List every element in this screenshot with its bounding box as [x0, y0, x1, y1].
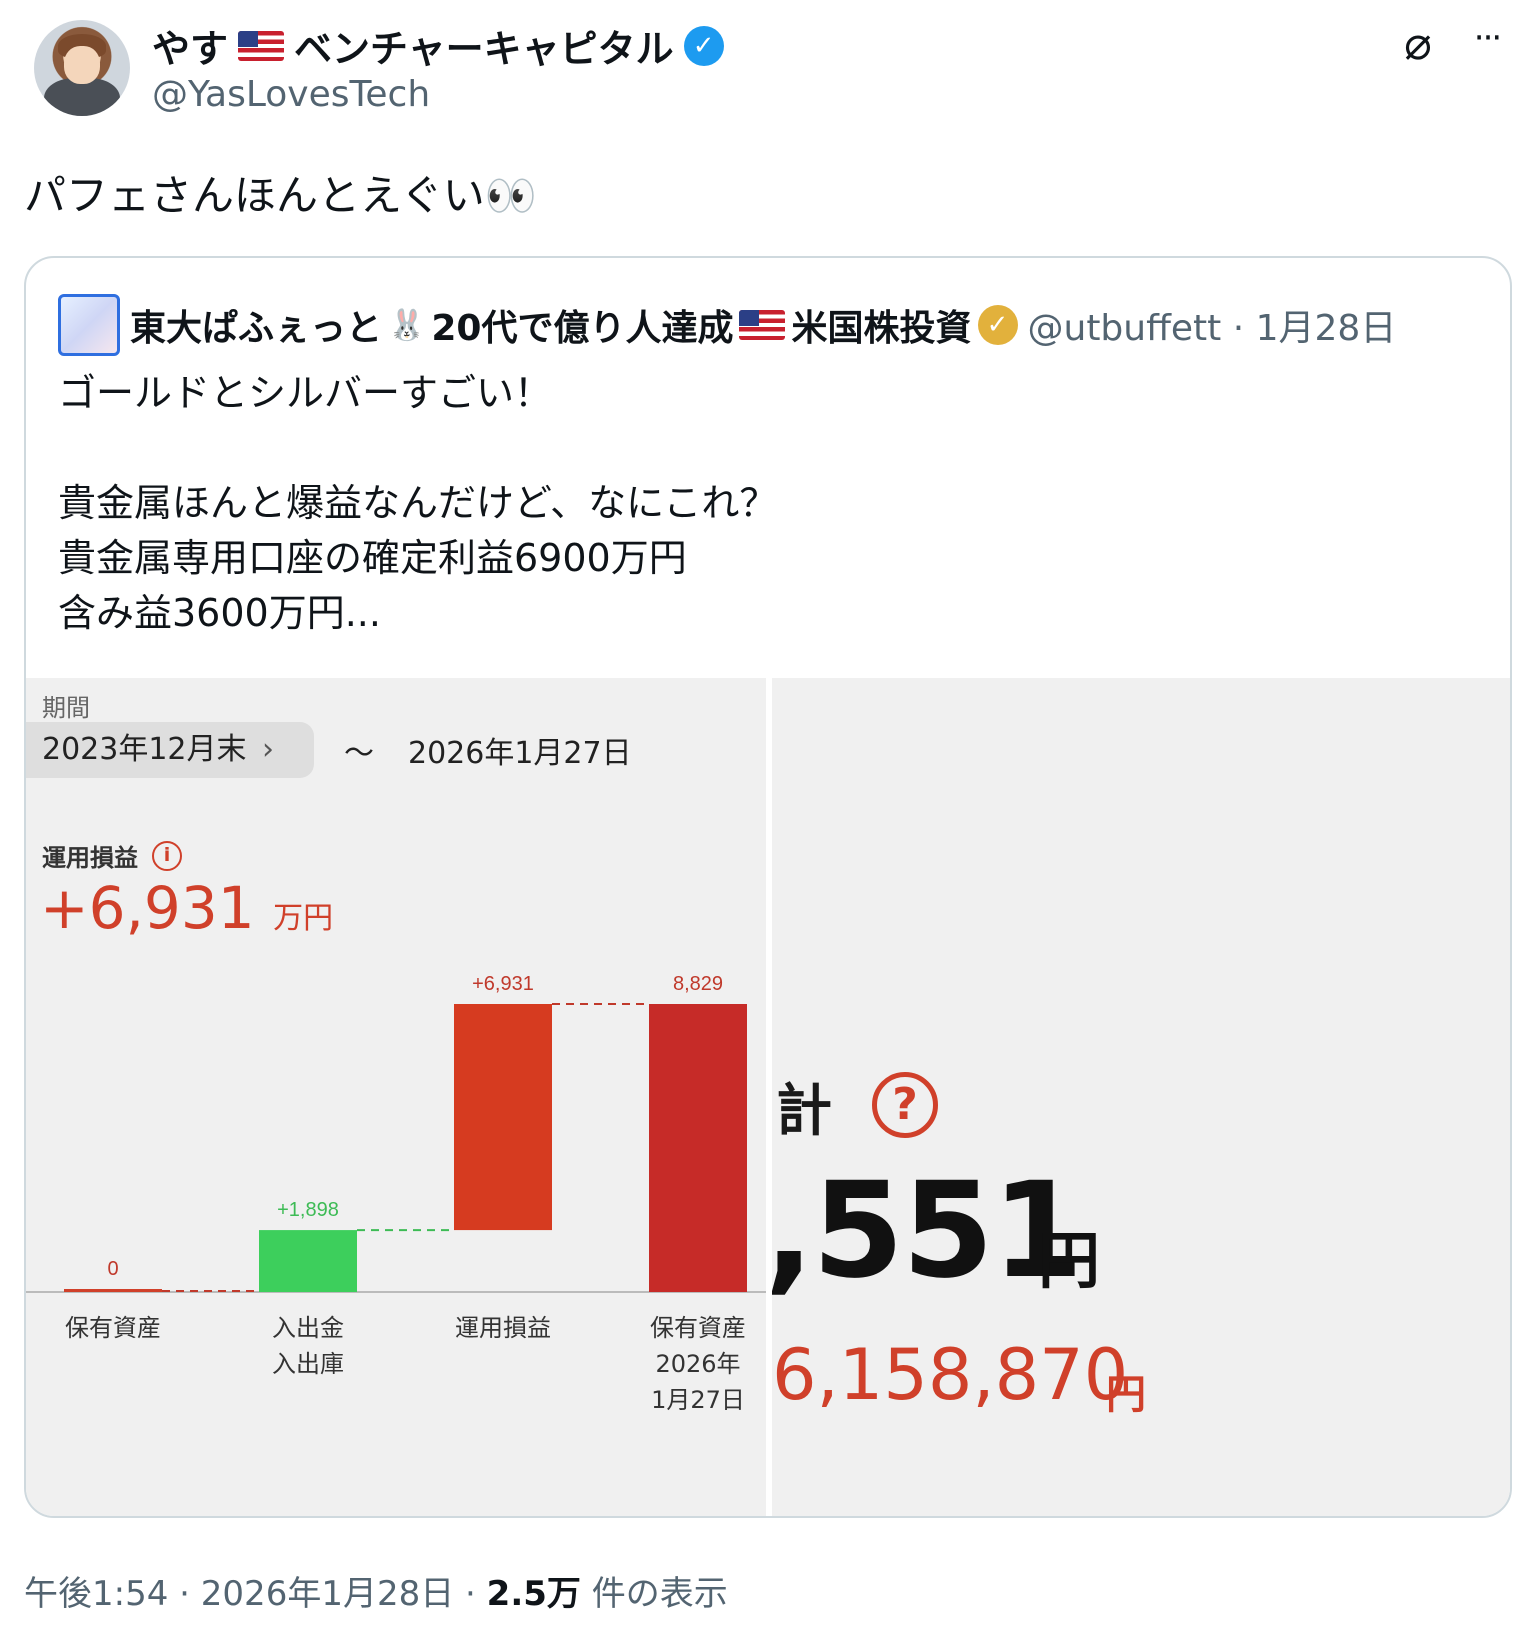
total-value-partial: ,551	[772, 1154, 1084, 1308]
chart-category-label: 保有資産	[650, 1314, 746, 1342]
profit-loss-label-text: 運用損益	[42, 844, 138, 872]
chart-category-label: 運用損益	[455, 1314, 551, 1342]
attached-image-right[interactable]: 計 ? ,551 円 6,158,870 円	[772, 678, 1510, 1516]
verified-business-badge-icon[interactable]: ✓	[977, 305, 1018, 345]
gain-value-unit: 円	[1106, 1372, 1146, 1418]
rabbit-icon: 🐰	[388, 307, 426, 343]
quoted-author-avatar[interactable]	[58, 294, 120, 356]
view-count-label: 件の表示	[591, 1574, 728, 1614]
chart-bar	[454, 1004, 552, 1231]
chart-category-label: 入出庫	[272, 1350, 344, 1378]
chart-bar	[64, 1289, 162, 1292]
help-icon: ?	[872, 1072, 938, 1138]
chart-data-label: +6,931	[472, 973, 534, 995]
us-flag-icon	[739, 310, 786, 340]
author-avatar[interactable]	[34, 20, 130, 116]
quoted-tweet-header: 東大ぱふぇっと 🐰 20代で億り人達成 米国株投資 ✓ @utbuffett ·…	[58, 294, 1396, 356]
quoted-author-handle: @utbuffett · 1月28日	[1027, 308, 1397, 349]
profit-loss-number: +6,931	[40, 874, 255, 942]
chart-category-label: 入出金	[272, 1314, 344, 1342]
period-end: 2026年1月27日	[408, 736, 632, 771]
author-handle[interactable]: @YasLovesTech	[152, 74, 430, 115]
gain-value-partial: 6,158,870	[772, 1334, 1129, 1416]
view-count: 2.5万	[486, 1574, 581, 1614]
quoted-tweet-text: ゴールドとシルバーすごい！ 貴金属ほんと爆益なんだけど、なにこれ？ 貴金属専用口…	[58, 371, 778, 635]
author-name[interactable]: やす ベンチャーキャピタル ✓	[152, 18, 724, 73]
profit-loss-value: +6,931 万円	[40, 874, 333, 942]
quoted-tweet[interactable]: 東大ぱふぇっと 🐰 20代で億り人達成 米国株投資 ✓ @utbuffett ·…	[24, 256, 1512, 1518]
attached-image-left[interactable]: 期間 2023年12月末 › 〜 2026年1月27日 運用損益 i +6,93…	[26, 678, 766, 1516]
chart-category-label: 2026年	[655, 1350, 740, 1378]
tweet-text: パフェさんほんとえぐい👀	[24, 171, 538, 220]
author-name-suffix: ベンチャーキャピタル	[294, 27, 674, 71]
grok-icon[interactable]: ⌀	[1393, 18, 1443, 68]
total-value-unit: 円	[1038, 1224, 1101, 1297]
chart-bar	[649, 1004, 747, 1292]
quoted-author-name-part-a: 東大ぱふぇっと	[130, 308, 383, 349]
profit-loss-unit: 万円	[273, 901, 334, 936]
tweet-date[interactable]: 2026年1月28日	[201, 1574, 454, 1614]
quoted-author-name-part-b: 20代で億り人達成	[431, 308, 734, 349]
tweet-metadata: 午後1:54 · 2026年1月28日 · 2.5万 件の表示	[24, 1574, 728, 1614]
author-name-text: やす	[152, 27, 229, 71]
us-flag-icon	[238, 30, 285, 61]
period-label: 期間	[42, 694, 90, 722]
period-start: 2023年12月末	[42, 732, 247, 767]
chart-data-label: 0	[107, 1258, 118, 1280]
quoted-author-name[interactable]: 東大ぱふぇっと 🐰 20代で億り人達成 米国株投資 ✓	[130, 299, 1018, 351]
chart-category-label: 1月27日	[651, 1386, 745, 1414]
chart-category-label: 保有資産	[65, 1314, 161, 1342]
period-separator: 〜	[344, 736, 374, 771]
chart-data-label: +1,898	[277, 1199, 339, 1221]
avatar-face	[64, 46, 100, 84]
waterfall-chart: 0 保有資産 +1,898 入出金入出庫 +6,931 運用損益 8,829 保有資産 2026…	[26, 973, 766, 1414]
total-label-partial: 計	[776, 1079, 832, 1144]
info-icon: i	[152, 840, 182, 871]
chart-bar	[259, 1230, 357, 1292]
verified-badge-icon[interactable]: ✓	[683, 25, 724, 66]
period-start-selector: 2023年12月末 ›	[26, 722, 314, 778]
quoted-date[interactable]: 1月28日	[1256, 308, 1397, 349]
quoted-author-name-part-c: 米国株投資	[791, 308, 972, 349]
tweet-time[interactable]: 午後1:54	[24, 1574, 168, 1614]
more-options-icon[interactable]: ···	[1462, 18, 1512, 68]
chart-data-label: 8,829	[673, 973, 723, 995]
quoted-handle-text: @utbuffett	[1027, 308, 1222, 349]
chevron-right-icon: ›	[262, 732, 274, 767]
profit-loss-label: 運用損益 i	[42, 838, 182, 873]
